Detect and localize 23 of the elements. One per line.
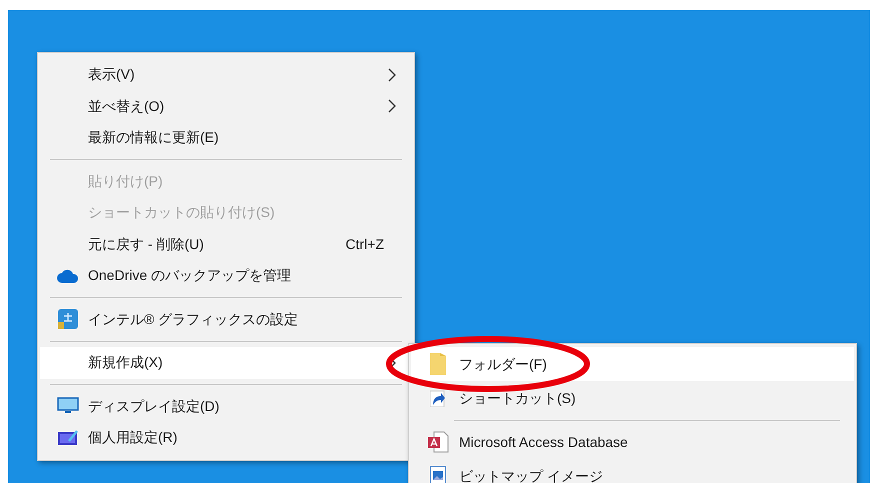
shortcut-key: Ctrl+Z (346, 234, 384, 255)
menu-item[interactable]: 表示(V) (40, 59, 412, 90)
menu-item[interactable]: インテル® グラフィックスの設定 (40, 304, 412, 335)
database-file-icon (427, 431, 449, 453)
menu-item[interactable]: ディスプレイ設定(D) (40, 390, 412, 422)
menu-item[interactable]: 最新の情報に更新(E) (40, 122, 412, 154)
monitor-icon (57, 397, 79, 416)
image-file-icon (430, 466, 446, 483)
cloud-icon (57, 268, 79, 283)
menu-item[interactable]: フォルダー(F) (411, 347, 854, 381)
menu-item[interactable]: 個人用設定(R) (40, 422, 412, 454)
menu-item[interactable]: 元に戻す - 削除(U) Ctrl+Z (40, 228, 412, 260)
personalize-icon (57, 428, 79, 447)
graphics-settings-icon (58, 309, 78, 330)
menu-item[interactable]: 並べ替え(O) (40, 90, 412, 122)
menu-item[interactable]: OneDrive のバックアップを管理 (40, 260, 412, 292)
folder-icon (430, 353, 446, 375)
menu-item[interactable]: Microsoft Access Database (411, 425, 854, 459)
menu-item[interactable]: ビットマップ イメージ (411, 459, 854, 483)
shortcut-arrow-icon (430, 389, 446, 407)
chevron-right-icon (388, 99, 396, 114)
chevron-right-icon (388, 68, 396, 82)
menu-item[interactable]: ショートカット(S) (411, 381, 854, 415)
